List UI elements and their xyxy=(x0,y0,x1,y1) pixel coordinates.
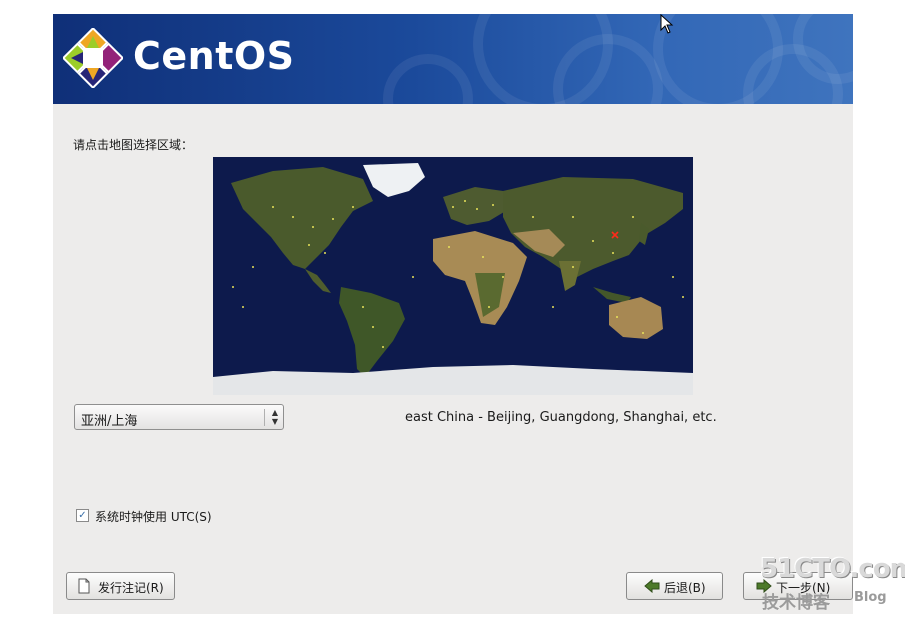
back-button[interactable]: 后退(B) xyxy=(626,572,723,600)
select-divider xyxy=(264,409,265,426)
document-icon xyxy=(76,578,92,597)
centos-logo-icon xyxy=(63,28,123,88)
utc-checkbox[interactable]: ✓ xyxy=(76,509,89,522)
timezone-select[interactable]: 亚洲/上海 ▲ ▼ xyxy=(74,404,284,430)
watermark-brand: 51CTO.com xyxy=(760,554,905,584)
watermark: 51CTO.com 技术博客 Blog xyxy=(758,554,905,614)
timezone-select-value: 亚洲/上海 xyxy=(81,414,138,429)
world-map[interactable] xyxy=(213,157,693,395)
arrow-left-icon xyxy=(644,578,660,596)
release-notes-button[interactable]: 发行注记(R) xyxy=(66,572,175,600)
centos-wordmark: CentOS xyxy=(133,34,295,78)
utc-checkbox-label[interactable]: 系统时钟使用 UTC(S) xyxy=(95,508,212,525)
map-prompt: 请点击地图选择区域： xyxy=(73,138,194,152)
mouse-pointer-icon xyxy=(660,14,674,34)
watermark-sub: 技术博客 xyxy=(762,593,830,613)
updown-arrows-icon: ▲ ▼ xyxy=(271,408,278,426)
centos-banner: CentOS xyxy=(53,14,853,104)
watermark-blog: Blog xyxy=(854,590,887,605)
timezone-description: east China - Beijing, Guangdong, Shangha… xyxy=(405,410,717,425)
back-label: 后退(B) xyxy=(664,581,706,595)
installer-window: CentOS 请点击地图选择区域： 亚洲/上海 ▲ ▼ east China -… xyxy=(53,14,853,614)
release-notes-label: 发行注记(R) xyxy=(98,581,164,595)
